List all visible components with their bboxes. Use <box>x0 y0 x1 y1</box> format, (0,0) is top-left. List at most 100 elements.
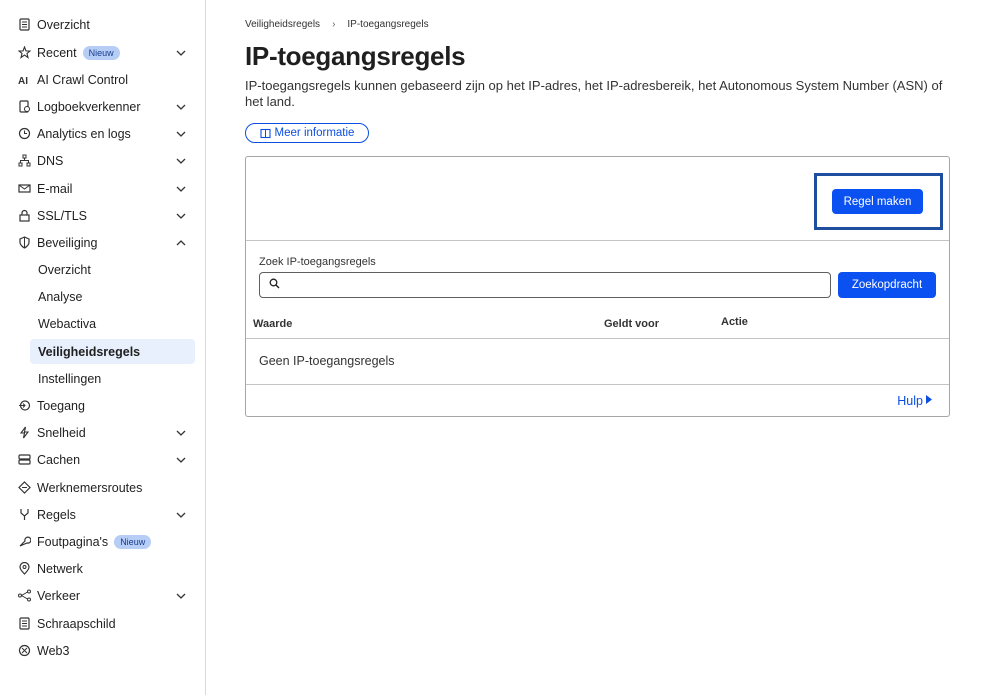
table-divider <box>246 338 949 339</box>
sidebar-item-logboekverkenner[interactable]: Logboekverkenner <box>10 94 195 119</box>
document-icon <box>18 617 31 630</box>
chevron-down-icon[interactable] <box>175 101 187 113</box>
chevron-down-icon[interactable] <box>175 427 187 439</box>
sidebar-item-analytics-en-logs[interactable]: Analytics en logs <box>10 121 195 146</box>
sidebar-subitem-analyse[interactable]: Analyse <box>30 284 195 309</box>
chevron-down-icon[interactable] <box>175 509 187 521</box>
sidebar-item-foutpaginas[interactable]: Foutpagina's Nieuw <box>10 529 195 554</box>
fork-icon <box>18 508 31 521</box>
column-header-actie: Actie <box>721 316 748 328</box>
sidebar-item-web3[interactable]: Web3 <box>10 638 195 663</box>
sidebar-subitem-veiligheidsregels[interactable]: Veiligheidsregels <box>30 339 195 364</box>
sidebar-subitem-webactiva[interactable]: Webactiva <box>30 311 195 336</box>
sidebar-item-snelheid[interactable]: Snelheid <box>10 420 195 445</box>
sidebar-item-beveiliging[interactable]: Beveiliging <box>10 230 195 255</box>
new-badge: Nieuw <box>82 45 120 60</box>
search-input[interactable] <box>259 272 831 298</box>
sidebar-subitem-overzicht[interactable]: Overzicht <box>30 257 195 282</box>
sidebar-item-label: Regels <box>37 507 76 522</box>
more-info-button[interactable]: Meer informatie <box>245 123 369 143</box>
sidebar-item-label: Analytics en logs <box>37 126 131 141</box>
routes-icon <box>18 481 31 494</box>
sidebar-item-dns[interactable]: DNS <box>10 148 195 173</box>
chevron-down-icon[interactable] <box>175 454 187 466</box>
sidebar-item-regels[interactable]: Regels <box>10 502 195 527</box>
traffic-icon <box>18 589 31 602</box>
chevron-down-icon[interactable] <box>175 128 187 140</box>
lightning-icon <box>18 426 31 439</box>
sidebar-subitem-label: Webactiva <box>38 316 97 331</box>
mail-icon <box>18 182 31 195</box>
location-icon <box>18 562 31 575</box>
clock-icon <box>18 127 31 140</box>
help-link[interactable]: Hulp <box>897 394 933 408</box>
sidebar-item-label: Verkeer <box>37 588 81 603</box>
sidebar-subitem-label: Veiligheidsregels <box>38 344 141 359</box>
new-badge: Nieuw <box>114 534 152 549</box>
card-header: Regel maken <box>246 157 949 241</box>
web3-icon <box>18 644 31 657</box>
chevron-up-icon[interactable] <box>175 237 187 249</box>
column-header-geldt-voor: Geldt voor <box>604 318 660 330</box>
access-icon <box>18 399 31 412</box>
chevron-down-icon[interactable] <box>175 155 187 167</box>
sidebar-item-cachen[interactable]: Cachen <box>10 447 195 472</box>
sidebar-item-ai-crawl-control[interactable]: AI AI Crawl Control <box>10 67 195 92</box>
rules-card: Regel maken Zoek IP-toegangsregels Zoeko… <box>245 156 950 417</box>
sidebar-item-werknemersroutes[interactable]: Werknemersroutes <box>10 475 195 500</box>
sidebar-item-label: Logboekverkenner <box>37 99 141 114</box>
sidebar-subitem-label: Overzicht <box>38 262 91 277</box>
wrench-icon <box>18 535 31 548</box>
search-button[interactable]: Zoekopdracht <box>838 272 936 298</box>
sidebar-item-netwerk[interactable]: Netwerk <box>10 556 195 581</box>
sidebar-item-label: E-mail <box>37 181 73 196</box>
chevron-down-icon[interactable] <box>175 183 187 195</box>
sidebar-item-label: Netwerk <box>37 561 83 576</box>
sidebar-item-label: Beveiliging <box>37 235 98 250</box>
sidebar-item-label: Toegang <box>37 398 85 413</box>
chevron-down-icon[interactable] <box>175 590 187 602</box>
storage-icon <box>18 453 31 466</box>
sidebar-item-verkeer[interactable]: Verkeer <box>10 583 195 608</box>
page-title: IP-toegangsregels <box>245 41 466 71</box>
breadcrumb-current: IP-toegangsregels <box>347 19 429 30</box>
breadcrumb-parent[interactable]: Veiligheidsregels <box>245 19 320 30</box>
sidebar-item-toegang[interactable]: Toegang <box>10 393 195 418</box>
sidebar-item-label: DNS <box>37 153 64 168</box>
sidebar-item-label: Schraapschild <box>37 616 116 631</box>
sidebar-item-label: Cachen <box>37 452 81 467</box>
sidebar-item-label: Foutpagina's <box>37 534 109 549</box>
search-label: Zoek IP-toegangsregels <box>259 256 376 268</box>
search-icon <box>269 278 280 292</box>
sidebar-item-e-mail[interactable]: E-mail <box>10 176 195 201</box>
breadcrumb: Veiligheidsregels › IP-toegangsregels <box>245 19 429 30</box>
sidebar: Overzicht Recent Nieuw AI AI Crawl Contr… <box>0 0 206 695</box>
sidebar-item-schraapschild[interactable]: Schraapschild <box>10 611 195 636</box>
sidebar-item-label: Web3 <box>37 643 70 658</box>
column-header-waarde: Waarde <box>253 318 293 330</box>
document-icon <box>18 18 31 31</box>
shield-icon <box>18 236 31 249</box>
sidebar-item-label: Recent <box>37 45 77 60</box>
network-icon <box>18 154 31 167</box>
sidebar-subitem-label: Instellingen <box>38 371 102 386</box>
svg-text:AI: AI <box>18 76 28 86</box>
sidebar-item-label: AI Crawl Control <box>37 72 128 87</box>
more-info-label: Meer informatie <box>274 127 355 139</box>
sidebar-subitem-label: Analyse <box>38 289 83 304</box>
chevron-down-icon[interactable] <box>175 47 187 59</box>
log-icon <box>18 100 31 113</box>
create-rule-button[interactable]: Regel maken <box>832 189 923 214</box>
ai-icon: AI <box>18 73 31 86</box>
page-description: IP-toegangsregels kunnen gebaseerd zijn … <box>245 78 943 109</box>
sidebar-item-overzicht[interactable]: Overzicht <box>10 12 195 37</box>
sidebar-item-label: SSL/TLS <box>37 208 88 223</box>
empty-state-text: Geen IP-toegangsregels <box>259 354 395 368</box>
sidebar-item-label: Snelheid <box>37 425 86 440</box>
sidebar-item-ssl-tls[interactable]: SSL/TLS <box>10 203 195 228</box>
chevron-right-icon: › <box>332 19 336 30</box>
sidebar-item-recent[interactable]: Recent Nieuw <box>10 40 195 65</box>
table-divider <box>246 384 949 385</box>
chevron-down-icon[interactable] <box>175 210 187 222</box>
sidebar-subitem-instellingen[interactable]: Instellingen <box>30 366 195 391</box>
